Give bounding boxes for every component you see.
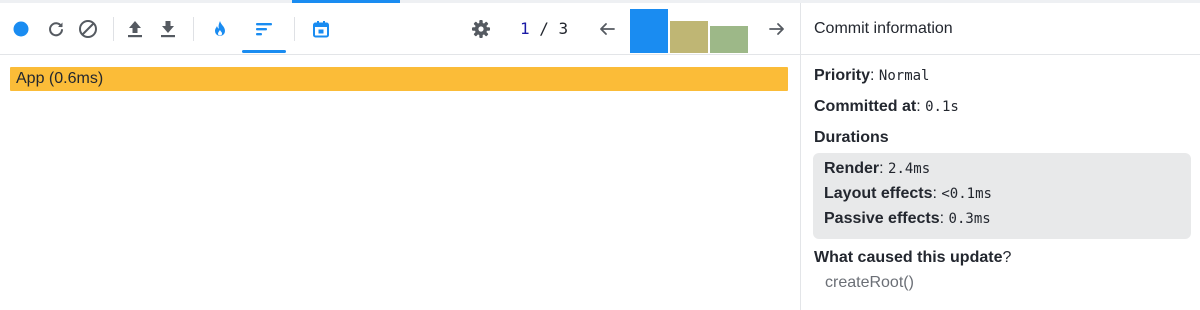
profiler-panel: 1 / 3 App (0.6ms) [0,3,800,310]
flame-node-label: App (0.6ms) [16,70,104,87]
commit-bar[interactable] [670,21,708,53]
record-icon [13,21,29,37]
commit-bar[interactable] [710,26,748,53]
commit-bar[interactable] [630,9,668,53]
arrow-right-icon [769,23,784,35]
timeline-tab[interactable] [308,13,334,45]
download-icon [161,21,175,38]
passive-effects-row: Passive effects: 0.3ms [824,210,991,228]
update-cause-label: What caused this update [814,249,1003,266]
passive-effects-value: 0.3ms [948,211,991,227]
reload-icon [49,22,63,37]
layout-effects-value: <0.1ms [941,186,992,202]
commit-separator: / [529,19,559,38]
sidebar-header: Commit information [801,3,1200,55]
commit-info-sidebar: Commit information Priority: Normal Comm… [800,3,1200,310]
passive-effects-label: Passive effects [824,210,940,227]
priority-label: Priority [814,67,871,84]
sidebar-title: Commit information [814,20,953,37]
previous-commit-button[interactable] [594,13,620,45]
arrow-left-icon [600,23,615,35]
selected-tab-indicator [242,50,286,53]
committed-at-label: Committed at [814,98,917,115]
settings-button[interactable] [468,13,494,45]
ranked-chart-tab[interactable] [251,13,277,45]
flamegraph-icon [215,21,225,36]
durations-label: Durations [814,129,889,146]
durations-heading: Durations [814,129,889,147]
commit-total: 3 [558,19,569,38]
priority-value: Normal [878,68,930,84]
upload-icon [128,21,142,38]
next-commit-button[interactable] [764,13,790,45]
render-value: 2.4ms [888,161,931,177]
commit-index: 1 [520,19,530,38]
flamegraph-tab[interactable] [207,13,233,45]
colon: : [870,67,879,84]
load-profile-button[interactable] [122,13,148,45]
flame-chart-node-app[interactable]: App (0.6ms) [10,67,788,91]
reload-and-profile-button[interactable] [43,13,69,45]
colon: : [916,98,926,115]
clear-icon [79,20,97,38]
settings-icon [472,20,490,38]
save-profile-button[interactable] [155,13,181,45]
layout-effects-label: Layout effects [824,185,933,202]
priority-row: Priority: Normal [814,67,929,85]
toolbar-separator [193,17,194,41]
committed-at-row: Committed at: 0.1s [814,98,959,116]
durations-box: Render: 2.4ms Layout effects: <0.1ms Pas… [813,153,1191,239]
colon: : [879,160,889,177]
profiler-toolbar: 1 / 3 [0,3,800,55]
toolbar-separator [294,17,295,41]
record-button[interactable] [8,13,34,45]
clear-profile-button[interactable] [75,13,101,45]
toolbar-separator [113,17,114,41]
colon: : [939,210,949,227]
timeline-icon [313,21,329,38]
selected-commit-indicator [630,50,668,53]
render-duration-row: Render: 2.4ms [824,160,930,178]
layout-effects-row: Layout effects: <0.1ms [824,185,992,203]
commit-bar-chart[interactable] [630,9,770,53]
update-cause-heading: What caused this update? [814,249,1011,267]
committed-at-value: 0.1s [925,99,959,115]
commit-counter: 1 / 3 [520,19,568,38]
ranked-chart-icon [256,23,272,36]
update-cause-value[interactable]: createRoot() [825,274,914,292]
question-mark: ? [1002,249,1012,266]
render-label: Render [824,160,880,177]
